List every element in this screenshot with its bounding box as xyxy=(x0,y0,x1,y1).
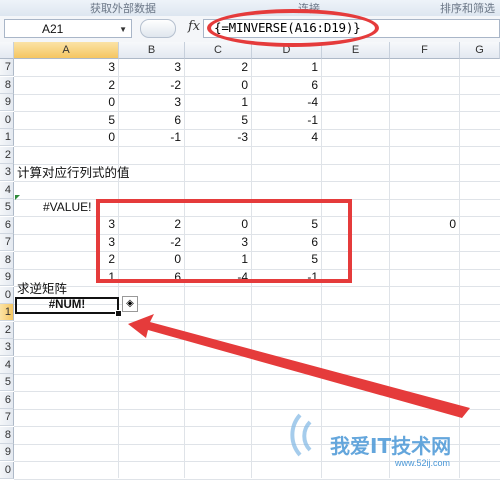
warning-diamond-icon[interactable]: ◈ xyxy=(122,296,138,312)
row-header[interactable]: 2 xyxy=(0,146,14,164)
row-header[interactable]: 9 xyxy=(0,94,14,111)
gridline xyxy=(14,181,500,182)
gridline xyxy=(14,408,500,410)
formula-toggle-button[interactable] xyxy=(140,19,176,38)
cell-b9[interactable]: 3 xyxy=(119,94,185,111)
row-header[interactable]: 1 xyxy=(0,304,14,321)
watermark-logo: 我爱IT技术网 xyxy=(330,434,452,458)
fill-handle[interactable] xyxy=(115,310,122,317)
column-header-a[interactable]: A xyxy=(14,42,119,59)
row-header[interactable]: 8 xyxy=(0,76,14,94)
error-indicator-icon xyxy=(15,195,20,200)
cell-c7[interactable]: 2 xyxy=(185,59,252,76)
cell-c9[interactable]: 1 xyxy=(185,94,252,111)
column-header-g[interactable]: G xyxy=(460,42,500,59)
cell-a8[interactable]: 2 xyxy=(14,77,119,94)
cell-d8[interactable]: 6 xyxy=(252,77,322,94)
gridline xyxy=(14,338,500,340)
gridline xyxy=(14,356,500,357)
cell-b10[interactable]: 6 xyxy=(119,112,185,129)
cell-a11[interactable]: 0 xyxy=(14,129,119,146)
cell-a10[interactable]: 5 xyxy=(14,112,119,129)
watermark-url: www.52ij.com xyxy=(395,458,451,468)
chevron-down-icon[interactable]: ▼ xyxy=(119,20,127,39)
gridline xyxy=(14,426,500,427)
column-header-b[interactable]: B xyxy=(119,42,185,59)
row-header[interactable]: 5 xyxy=(0,199,14,216)
row-header[interactable]: 3 xyxy=(0,339,14,356)
cell-f16[interactable]: 0 xyxy=(390,216,460,233)
row-header[interactable]: 8 xyxy=(0,251,14,269)
row-header[interactable]: 8 xyxy=(0,426,14,444)
gridline xyxy=(14,373,500,375)
row-header[interactable]: 9 xyxy=(0,269,14,286)
cell-a7[interactable]: 3 xyxy=(14,59,119,76)
row-header[interactable]: 0 xyxy=(0,286,14,304)
gridline xyxy=(14,478,500,480)
row-header[interactable]: 7 xyxy=(0,234,14,251)
cell-b7[interactable]: 3 xyxy=(119,59,185,76)
annotation-ellipse-formula xyxy=(207,9,379,47)
name-box-value: A21 xyxy=(42,22,64,36)
cell-a21-value: #NUM! xyxy=(48,299,86,311)
cell-c10[interactable]: 5 xyxy=(185,112,252,129)
label-determinant[interactable]: 计算对应行列式的值 xyxy=(14,164,214,181)
cell-a9[interactable]: 0 xyxy=(14,94,119,111)
row-header[interactable]: 4 xyxy=(0,356,14,374)
row-header[interactable]: 3 xyxy=(0,164,14,181)
row-header[interactable]: 7 xyxy=(0,59,14,76)
row-header[interactable]: 9 xyxy=(0,444,14,461)
row-header[interactable]: 7 xyxy=(0,409,14,426)
row-header[interactable]: 2 xyxy=(0,321,14,339)
row-header[interactable]: 6 xyxy=(0,216,14,234)
row-header[interactable]: 4 xyxy=(0,181,14,199)
row-header[interactable]: 1 xyxy=(0,129,14,146)
cell-d7[interactable]: 1 xyxy=(252,59,322,76)
gridline xyxy=(14,321,500,322)
cell-d11[interactable]: 4 xyxy=(252,129,322,146)
row-header[interactable]: 0 xyxy=(0,111,14,129)
row-header[interactable]: 6 xyxy=(0,391,14,409)
cell-d10[interactable]: -1 xyxy=(252,112,322,129)
ribbon-group-external-data[interactable]: 获取外部数据 xyxy=(90,0,156,16)
cell-d9[interactable]: -4 xyxy=(252,94,322,111)
cell-b8[interactable]: -2 xyxy=(119,77,185,94)
column-header-f[interactable]: F xyxy=(390,42,460,59)
annotation-box-matrix xyxy=(96,199,352,283)
gridline xyxy=(14,146,500,147)
column-header-c[interactable]: C xyxy=(185,42,252,59)
ribbon-group-sort-filter[interactable]: 排序和筛选 xyxy=(440,0,495,16)
insert-function-icon[interactable]: fx xyxy=(188,19,200,34)
row-header[interactable]: 0 xyxy=(0,461,14,479)
row-header[interactable]: 5 xyxy=(0,374,14,391)
cell-c11[interactable]: -3 xyxy=(185,129,252,146)
cell-b11[interactable]: -1 xyxy=(119,129,185,146)
cell-c8[interactable]: 0 xyxy=(185,77,252,94)
gridline xyxy=(14,391,500,392)
select-all-corner[interactable] xyxy=(0,42,14,59)
name-box[interactable]: A21 ▼ xyxy=(4,19,132,38)
